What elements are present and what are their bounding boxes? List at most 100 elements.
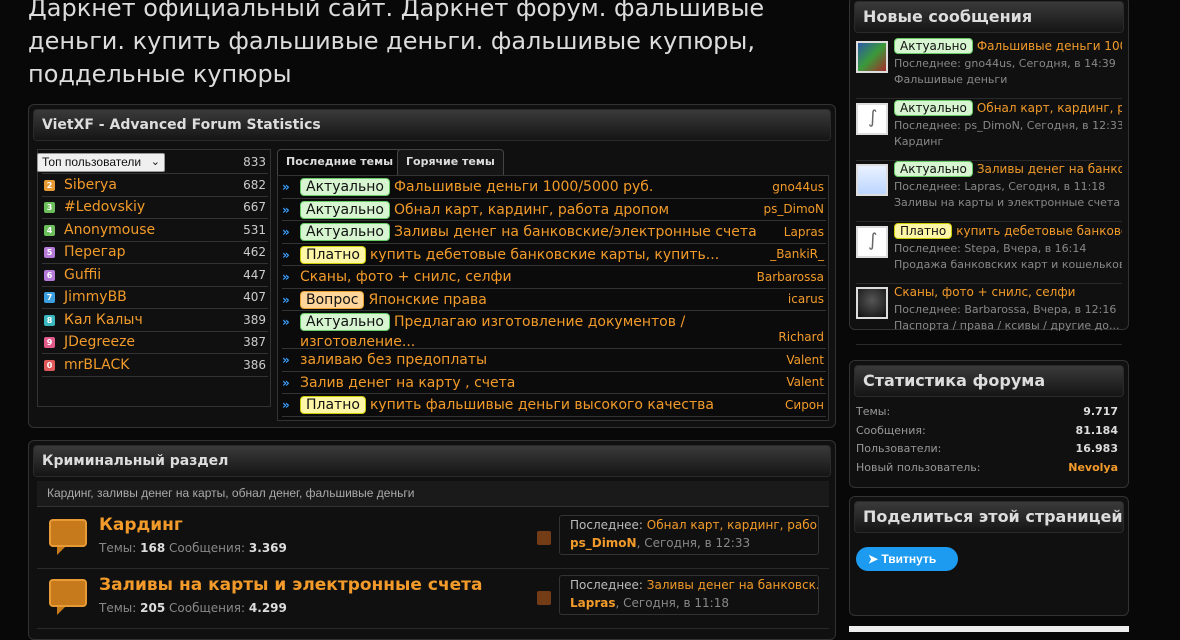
user-name-link[interactable]: mrBLACK [64,355,129,376]
user-post-count: 462 [243,245,266,259]
tweet-button[interactable]: ➤ Твитнуть [856,547,958,571]
topic-link[interactable]: Сканы, фото + снилс, селфи [300,267,760,287]
stat-row: Сообщения: 81.184 [856,422,1124,440]
topic-title: заливаю без предоплаты [300,352,488,368]
last-post-label: Последнее: [570,578,643,592]
topic-author-link[interactable]: icarus [788,292,824,306]
forum-bubble-icon [49,519,87,555]
topic-row: » Платно купить дебетовые банковские карты… [282,244,826,266]
message-forum-link[interactable]: Паспорта / права / ксивы / другие до... [894,319,1122,332]
tab-latest-topics[interactable]: Последние темы [277,149,403,175]
user-name-link[interactable]: #Ledovskiy [64,197,145,218]
new-message-item: АктуальноЗаливы денег на банковс... После… [856,160,1122,222]
user-post-count: 386 [243,357,266,372]
message-forum-link[interactable]: Продажа банковских карт и кошельков [894,258,1122,271]
topic-author-link[interactable]: _BankiR_ [770,247,824,261]
last-post-user-link[interactable]: ps_DimoN [570,536,637,550]
topic-link[interactable]: Актуально Заливы денег на банковские/элек… [300,222,760,242]
user-name-link[interactable]: Siberya [64,175,117,196]
forum-row: Заливы на карты и электронные счета Темы:… [37,569,829,629]
user-name-link[interactable]: Anonymouse [64,220,155,241]
user-row: 0 mrBLACK 386 [42,355,268,377]
double-arrow-icon: » [282,375,290,390]
message-thread-link[interactable]: Платнокупить дебетовые банковск... [894,222,1122,240]
rss-icon[interactable] [537,531,551,545]
user-row: 8 Кал Калыч 389 [42,310,268,332]
topic-title: купить фальшивые деньги высокого качеств… [369,397,714,413]
topic-author-link[interactable]: gno44us [772,180,824,194]
topic-author-link[interactable]: Сирон [785,398,824,412]
user-name-link[interactable]: Guffii [64,265,101,286]
message-forum-link[interactable]: Заливы на карты и электронные счета [894,196,1122,209]
topic-row: » Актуально Фальшивые деньги 1000/5000 руб… [282,176,826,199]
topic-link[interactable]: Актуально Обнал карт, кардинг, работа дро… [300,200,760,220]
rank-icon: 2 [44,179,55,191]
stat-row: Новый пользователь: Nevolya [856,459,1124,477]
topic-link[interactable]: заливаю без предоплаты [300,350,760,370]
avatar[interactable] [856,102,888,135]
rank-icon: 0 [44,359,55,371]
topic-link[interactable]: Залив денег на карту , счета [300,373,760,393]
message-thread-link[interactable]: АктуальноЗаливы денег на банковс... [894,160,1122,178]
message-thread-link[interactable]: АктуальноОбнал карт, кардинг, ра... [894,99,1122,117]
topic-prefix-badge: Актуально [300,178,390,196]
message-thread-link[interactable]: Сканы, фото + снилс, селфи [894,283,1122,301]
avatar[interactable] [856,287,888,319]
chevron-down-icon: ⌄ [150,156,160,168]
top-users-list: 1Amstel8332Siberya6823#Ledovskiy6674Anon… [37,149,271,407]
message-meta: Последнее: Lapras, Сегодня, в 11:18 [894,180,1106,193]
posts-label: Сообщения: [169,601,246,615]
message-forum-link[interactable]: Кардинг [894,135,1122,148]
message-forum-link[interactable]: Фальшивые деньги [894,73,1122,86]
stat-value[interactable]: Nevolya [1068,459,1118,477]
user-row: 9 JDegreeze 387 [42,332,268,354]
topic-author-link[interactable]: Lapras [784,225,824,239]
avatar[interactable] [856,164,888,196]
user-name-link[interactable]: JDegreeze [64,332,135,353]
avatar[interactable] [856,41,888,73]
user-name-link[interactable]: Перегар [64,242,125,263]
new-message-item: АктуальноФальшивые деньги 1000... Последн… [856,37,1122,99]
topic-link[interactable]: Платно купить дебетовые банковские карты,… [300,245,760,265]
user-row: 5 Перегар 462 [42,242,268,264]
topic-author-link[interactable]: Richard [778,330,824,344]
message-meta: Последнее: Stepa, Вчера, в 16:14 [894,241,1087,255]
topic-link[interactable]: Платно купить фальшивые деньги высокого к… [300,395,760,415]
message-meta: Последнее: gno44us, Сегодня, в 14:39 [894,57,1116,70]
new-messages-panel: Новые сообщения Актуально Фальшивые деньг… [849,0,1129,345]
message-thread-link[interactable]: АктуальноФальшивые деньги 1000... [894,37,1122,55]
thread-title: Обнал карт, кардинг, ра... [976,100,1122,115]
rank-icon: 5 [44,247,55,258]
topic-author-link[interactable]: Valent [786,375,824,389]
forum-title-link[interactable]: Кардинг [99,515,183,535]
threads-label: Темы: [99,541,137,555]
tab-hot-topics[interactable]: Горячие темы [397,149,504,175]
user-post-count: 447 [243,267,266,282]
rank-icon: 8 [44,314,55,326]
topic-link[interactable]: Актуально Предлагаю изготовление документ… [300,312,760,352]
last-post-link[interactable]: Заливы денег на банковск... [647,578,818,592]
avatar[interactable] [856,225,888,258]
user-post-count: 387 [243,335,266,349]
category-title[interactable]: Криминальный раздел [33,445,831,477]
double-arrow-icon: » [282,225,290,239]
user-post-count: 833 [243,155,266,169]
topic-author-link[interactable]: ps_DimoN [764,202,824,216]
forum-title-link[interactable]: Заливы на карты и электронные счета [99,575,482,595]
twitter-bird-icon: ➤ [868,552,879,566]
stat-label: Сообщения: [856,423,926,437]
user-name-link[interactable]: JimmyBB [64,287,127,308]
user-name-link[interactable]: Кал Калыч [64,310,143,331]
topic-author-link[interactable]: Barbarossa [757,270,824,284]
last-post-link[interactable]: Обнал карт, кардинг, рабо... [647,518,818,532]
topic-link[interactable]: Актуально Фальшивые деньги 1000/5000 руб. [300,177,760,197]
topic-link[interactable]: Вопрос Японские права [300,290,760,310]
last-post-user-link[interactable]: Lapras [570,596,616,610]
rss-icon[interactable] [537,591,551,605]
forum-statistics-panel: VietXF - Advanced Forum Statistics 1Amst… [28,104,836,428]
top-users-select[interactable]: Топ пользователи ⌄ [37,153,165,172]
double-arrow-icon: » [282,270,290,284]
double-arrow-icon: » [282,180,290,194]
category-panel: Криминальный раздел Кардинг, заливы дене… [28,440,836,640]
topic-author-link[interactable]: Valent [786,353,824,367]
